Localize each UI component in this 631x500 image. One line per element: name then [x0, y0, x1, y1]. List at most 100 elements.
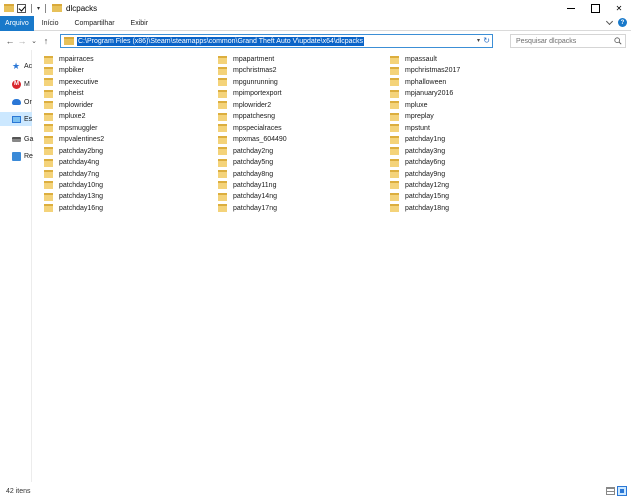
list-item[interactable]: patchday16ng — [44, 203, 103, 214]
properties-icon[interactable] — [17, 3, 26, 13]
file-name: patchday2bng — [59, 147, 103, 155]
list-item[interactable]: patchday13ng — [44, 191, 103, 202]
folder-icon — [390, 89, 399, 98]
list-item[interactable]: mpchristmas2017 — [390, 65, 460, 76]
list-item[interactable]: patchday9ng — [390, 169, 445, 180]
file-name: patchday4ng — [59, 159, 100, 167]
title-bar: ▾ dlcpacks ✕ — [0, 0, 631, 16]
list-item[interactable]: patchday12ng — [390, 180, 449, 191]
folder-icon — [390, 78, 399, 87]
list-item[interactable]: mpjanuary2016 — [390, 88, 453, 99]
folder-icon — [390, 66, 399, 75]
folder-icon — [218, 192, 227, 201]
list-item[interactable]: mpluxe2 — [44, 111, 85, 122]
list-item[interactable]: mpxmas_604490 — [218, 134, 287, 145]
file-name: mppatchesng — [233, 113, 276, 121]
sidebar-item-this-pc[interactable]: Es — [0, 112, 32, 126]
window-folder-icon — [52, 4, 63, 12]
forward-icon[interactable]: → — [16, 35, 28, 47]
list-item[interactable]: mpapartment — [218, 54, 274, 65]
large-icons-view-icon[interactable] — [617, 486, 627, 496]
ribbon-controls: ? — [605, 17, 627, 27]
sidebar-item-onedrive[interactable]: Or — [0, 95, 32, 109]
up-icon[interactable]: ↑ — [40, 35, 52, 47]
sidebar-item-quick-access[interactable]: ★ Ac — [0, 59, 32, 73]
file-name: mpassault — [405, 56, 437, 63]
list-item[interactable]: patchday5ng — [218, 157, 273, 168]
folder-icon — [44, 192, 53, 201]
list-item[interactable]: mpstunt — [390, 123, 430, 134]
list-item[interactable]: mpchristmas2 — [218, 65, 277, 76]
tab-compartilhar[interactable]: Compartilhar — [66, 16, 122, 31]
list-item[interactable]: patchday4ng — [44, 157, 99, 168]
refresh-icon[interactable]: ↻ — [483, 36, 490, 45]
file-name: patchday9ng — [405, 170, 446, 178]
file-name: mpgunrunning — [233, 78, 278, 86]
computer-icon — [12, 115, 21, 123]
help-icon[interactable]: ? — [618, 18, 627, 27]
minimize-button[interactable] — [559, 0, 583, 16]
list-item[interactable]: patchday2ng — [218, 146, 273, 157]
folder-icon — [44, 89, 53, 98]
list-item[interactable]: mpvalentines2 — [44, 134, 104, 145]
list-item[interactable]: patchday18ng — [390, 203, 449, 214]
file-name: patchday17ng — [233, 204, 277, 212]
list-item[interactable]: mpreplay — [390, 111, 434, 122]
folder-icon — [218, 66, 227, 75]
chevron-down-icon[interactable]: ▾ — [477, 37, 480, 44]
sidebar-item-network[interactable]: Re — [0, 149, 33, 163]
maximize-button[interactable] — [583, 0, 607, 16]
list-item[interactable]: mpexecutive — [44, 77, 98, 88]
list-item[interactable]: patchday10ng — [44, 180, 103, 191]
folder-icon — [44, 181, 53, 190]
list-item[interactable]: mpsmuggler — [44, 123, 98, 134]
list-item[interactable]: patchday7ng — [44, 169, 99, 180]
list-item[interactable]: mpbiker — [44, 65, 84, 76]
address-path[interactable]: C:\Program Files (x86)\Steam\steamapps\c… — [77, 36, 365, 46]
sidebar-item-drive[interactable]: Ga — [0, 132, 33, 146]
folder-icon — [44, 101, 53, 110]
list-item[interactable]: patchday15ng — [390, 191, 449, 202]
list-item[interactable]: mplowrider — [44, 100, 93, 111]
list-item[interactable]: patchday17ng — [218, 203, 277, 214]
list-item[interactable]: mpheist — [44, 88, 84, 99]
list-item[interactable]: patchday6ng — [390, 157, 445, 168]
list-item[interactable]: mphalloween — [390, 77, 446, 88]
folder-icon — [44, 158, 53, 167]
list-item[interactable]: mpimportexport — [218, 88, 282, 99]
tab-exibir[interactable]: Exibir — [123, 16, 157, 31]
list-item[interactable]: patchday1ng — [390, 134, 445, 145]
tab-arquivo[interactable]: Arquivo — [0, 15, 34, 31]
folder-icon — [218, 181, 227, 190]
item-count: 42 itens — [6, 487, 31, 495]
tab-inicio[interactable]: Início — [34, 16, 67, 31]
list-item[interactable]: mplowrider2 — [218, 100, 271, 111]
file-name: patchday3ng — [405, 147, 446, 155]
file-name: mpimportexport — [233, 90, 282, 98]
navigation-bar: ← → ⌄ ↑ C:\Program Files (x86)\Steam\ste… — [0, 31, 631, 50]
expand-ribbon-icon[interactable] — [605, 17, 614, 26]
file-name: patchday7ng — [59, 170, 100, 178]
sidebar-item-mega[interactable]: M M — [0, 77, 32, 91]
close-button[interactable]: ✕ — [607, 0, 631, 16]
list-item[interactable]: mppatchesng — [218, 111, 275, 122]
list-item[interactable]: patchday11ng — [218, 180, 276, 191]
list-item[interactable]: patchday2bng — [44, 146, 103, 157]
list-item[interactable]: mpassault — [390, 54, 437, 65]
details-view-icon[interactable] — [606, 487, 615, 495]
back-icon[interactable]: ← — [4, 35, 16, 47]
recent-locations-icon[interactable]: ⌄ — [28, 35, 40, 47]
list-item[interactable]: mpluxe — [390, 100, 428, 111]
list-item[interactable]: patchday3ng — [390, 146, 445, 157]
list-item[interactable]: patchday14ng — [218, 191, 277, 202]
list-item[interactable]: mpairraces — [44, 54, 94, 65]
search-icon — [614, 37, 622, 45]
address-bar[interactable]: C:\Program Files (x86)\Steam\steamapps\c… — [60, 34, 493, 48]
search-input[interactable]: Pesquisar dlcpacks — [510, 34, 626, 48]
list-item[interactable]: mpspecialraces — [218, 123, 282, 134]
customize-toolbar-icon[interactable]: ▾ — [37, 5, 40, 12]
list-item[interactable]: mpgunrunning — [218, 77, 278, 88]
folder-icon[interactable] — [4, 4, 14, 12]
file-name: mpsmuggler — [59, 124, 98, 132]
list-item[interactable]: patchday8ng — [218, 169, 273, 180]
